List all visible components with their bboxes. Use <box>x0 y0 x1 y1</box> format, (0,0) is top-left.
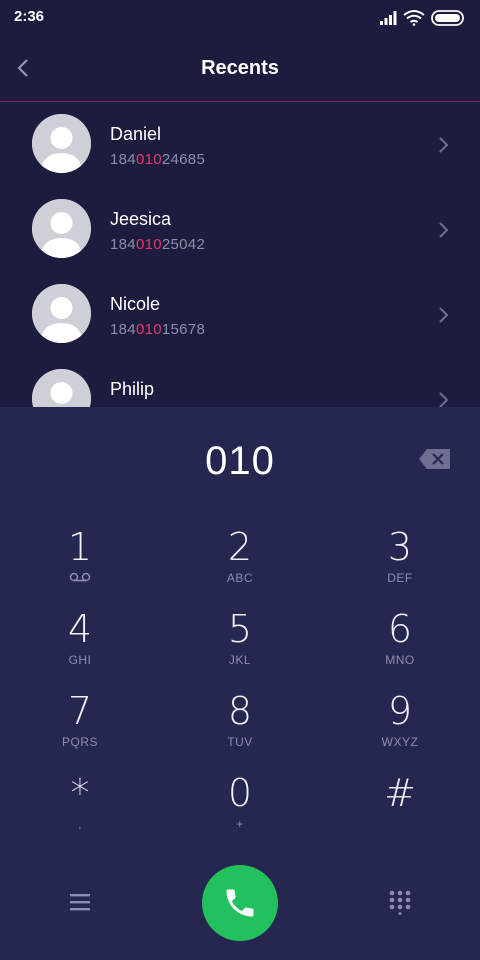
dialpad-icon <box>389 890 411 915</box>
key-digit: * <box>70 771 90 815</box>
avatar-icon <box>32 199 91 258</box>
chevron-right-icon <box>439 137 449 153</box>
contact-name: Jeesica <box>110 209 172 229</box>
backspace-icon <box>419 449 450 469</box>
key-digit: 6 <box>387 607 413 651</box>
header: Recents <box>0 36 480 102</box>
menu-icon <box>70 894 90 911</box>
key-digit: # <box>384 771 416 815</box>
key-digit: 4 <box>67 607 93 651</box>
keypad-toggle-button[interactable] <box>387 889 413 915</box>
voicemail-icon <box>0 571 160 585</box>
backspace-button[interactable] <box>418 447 452 471</box>
recents-list: Daniel 18401024685 Jeesica 18401025042 N… <box>0 102 480 407</box>
key-letters: ABC <box>226 571 254 585</box>
contact-row[interactable]: Daniel 18401024685 <box>0 102 480 187</box>
contact-number: 18401025042 <box>110 236 206 253</box>
status-bar: 2:36 <box>0 0 480 36</box>
key-8[interactable]: 8 TUV <box>160 689 320 771</box>
dialer-panel: 010 1 2 ABC 3 DEF 4 GHI 5 JKL 6 MNO 7 PQ… <box>0 407 480 960</box>
avatar-icon <box>32 284 91 343</box>
key-letters: + <box>236 817 244 831</box>
key-1[interactable]: 1 <box>0 525 160 607</box>
key-digit: 5 <box>227 607 253 651</box>
key-digit: 3 <box>387 525 413 569</box>
key-digit: 2 <box>227 525 253 569</box>
key-5[interactable]: 5 JKL <box>160 607 320 689</box>
key-letters: GHI <box>68 653 92 667</box>
key-digit: 0 <box>227 771 253 815</box>
key-letters: , <box>78 817 82 831</box>
contact-name: Daniel <box>110 124 162 144</box>
key-3[interactable]: 3 DEF <box>320 525 480 607</box>
key-digit: 9 <box>387 689 413 733</box>
contact-name: Philip <box>110 379 155 399</box>
key-6[interactable]: 6 MNO <box>320 607 480 689</box>
contact-row[interactable]: Nicole 18401015678 <box>0 272 480 357</box>
signal-icon <box>380 11 397 25</box>
key-4[interactable]: 4 GHI <box>0 607 160 689</box>
key-letters: DEF <box>387 571 413 585</box>
chevron-right-icon <box>439 222 449 238</box>
key-7[interactable]: 7 PQRS <box>0 689 160 771</box>
key-hash[interactable]: # <box>320 771 480 853</box>
phone-icon <box>226 889 254 917</box>
key-star[interactable]: * , <box>0 771 160 853</box>
key-digit: 7 <box>67 689 93 733</box>
key-letters: PQRS <box>61 735 98 749</box>
contact-number: 18401015678 <box>110 321 206 338</box>
menu-button[interactable] <box>68 891 92 913</box>
chevron-right-icon <box>439 307 449 323</box>
key-9[interactable]: 9 WXYZ <box>320 689 480 771</box>
status-icons <box>380 8 466 28</box>
key-letters: JKL <box>228 653 252 667</box>
key-digit: 1 <box>67 525 93 569</box>
key-letters: TUV <box>227 735 253 749</box>
key-0[interactable]: 0 + <box>160 771 320 853</box>
avatar-icon <box>32 114 91 173</box>
key-letters: MNO <box>385 653 415 667</box>
page-title: Recents <box>201 57 279 79</box>
contact-number: 18401024685 <box>110 151 206 168</box>
avatar-icon <box>32 369 91 407</box>
dialer-bottom-bar <box>0 865 480 947</box>
key-letters: WXYZ <box>381 735 419 749</box>
battery-icon <box>431 10 464 26</box>
wifi-icon <box>403 10 425 26</box>
status-time: 2:36 <box>14 8 45 25</box>
key-2[interactable]: 2 ABC <box>160 525 320 607</box>
key-digit: 8 <box>227 689 253 733</box>
contact-row[interactable]: Philip <box>0 357 480 407</box>
contact-row[interactable]: Jeesica 18401025042 <box>0 187 480 272</box>
dial-number-display[interactable]: 010 <box>0 439 480 484</box>
contact-name: Nicole <box>110 294 161 314</box>
call-button[interactable] <box>202 865 278 941</box>
chevron-right-icon <box>439 392 449 407</box>
